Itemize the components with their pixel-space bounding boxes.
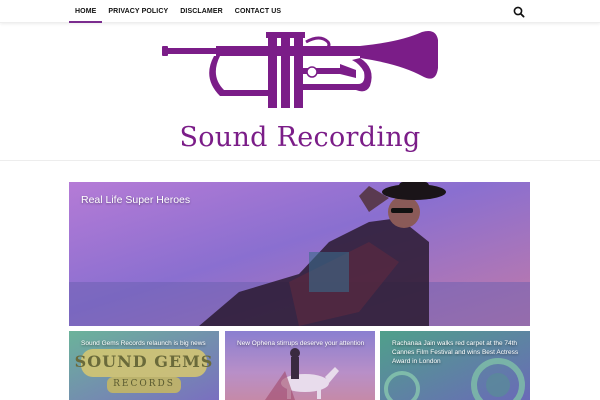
sound-gems-logo-text: SOUND GEMS (74, 352, 214, 371)
trumpet-logo[interactable] (160, 28, 440, 118)
post-card[interactable]: New Ophena stirrups deserve your attenti… (225, 331, 375, 400)
top-nav-bar: HOME PRIVACY POLICY DISCLAMER CONTACT US (0, 0, 600, 23)
main-menu: HOME PRIVACY POLICY DISCLAMER CONTACT US (69, 0, 287, 23)
post-card[interactable]: Rachanaa Jain walks red carpet at the 74… (380, 331, 530, 400)
nav-item-contact-us[interactable]: CONTACT US (229, 0, 287, 23)
post-card-title[interactable]: Sound Gems Records relaunch is big news (81, 339, 211, 348)
nav-item-home[interactable]: HOME (69, 0, 103, 23)
site-title[interactable]: Sound Recording (0, 122, 600, 153)
featured-post[interactable]: Real Life Super Heroes (69, 182, 530, 326)
nav-item-disclamer[interactable]: DISCLAMER (174, 0, 229, 23)
nav-item-privacy-policy[interactable]: PRIVACY POLICY (102, 0, 174, 23)
featured-post-title[interactable]: Real Life Super Heroes (81, 194, 190, 206)
sound-gems-logo-subtext: RECORDS (113, 379, 175, 389)
post-card-title[interactable]: New Ophena stirrups deserve your attenti… (237, 339, 367, 348)
header-divider (0, 160, 600, 161)
search-icon[interactable] (512, 5, 526, 19)
post-card[interactable]: SOUND GEMS RECORDS Sound Gems Records re… (69, 331, 219, 400)
post-card-title[interactable]: Rachanaa Jain walks red carpet at the 74… (392, 339, 522, 366)
